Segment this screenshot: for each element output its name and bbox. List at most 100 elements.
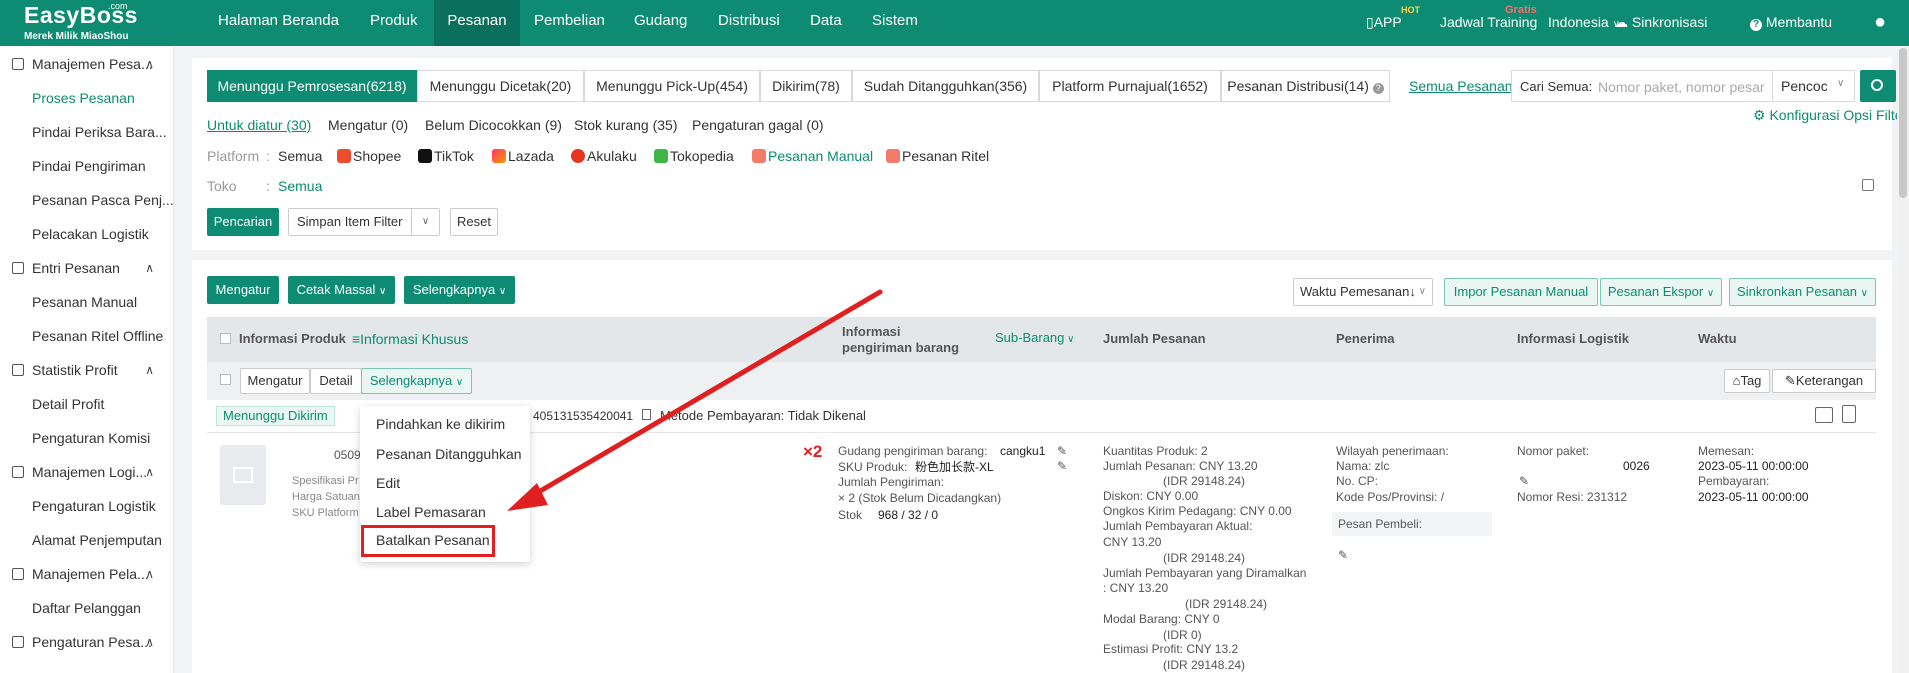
reset-button[interactable]: Reset xyxy=(450,208,498,236)
sidebar-group-logistics[interactable]: Manajemen Logi... ∧ xyxy=(0,455,174,489)
truck-icon xyxy=(12,466,24,478)
logo[interactable]: EasyBoss .com Merek Milik MiaoShou xyxy=(24,1,174,44)
subtab-to-arrange[interactable]: Untuk diatur (30) xyxy=(207,117,311,133)
user-avatar-icon[interactable]: ● xyxy=(1874,0,1886,46)
sidebar-item-after-sales[interactable]: Pesanan Pasca Penj... xyxy=(32,183,174,217)
copy-order-icon[interactable] xyxy=(642,409,651,420)
nav-warehouse[interactable]: Gudang xyxy=(634,0,687,46)
tab-awaiting-print[interactable]: Menunggu Dicetak(20) xyxy=(417,70,584,102)
filter-config-link[interactable]: ⚙ Konfigurasi Opsi Filter xyxy=(1753,107,1907,124)
tab-on-hold[interactable]: Sudah Ditangguhkan(356) xyxy=(852,70,1039,102)
sidebar-item-offline-retail[interactable]: Pesanan Ritel Offline xyxy=(32,319,163,353)
subtab-unmatched[interactable]: Belum Dicocokkan (9) xyxy=(425,117,562,133)
nav-home[interactable]: Halaman Beranda xyxy=(218,0,339,46)
bulk-print-button[interactable]: Cetak Massal ∨ xyxy=(288,276,395,304)
sidebar-item-scan-shipping[interactable]: Pindai Pengiriman xyxy=(32,149,146,183)
sidebar-item-profit-detail[interactable]: Detail Profit xyxy=(32,387,104,421)
import-manual-order-button[interactable]: Impor Pesanan Manual xyxy=(1444,278,1598,306)
sync-link[interactable]: ☁ Sinkronisasi xyxy=(1614,0,1707,46)
export-orders-button[interactable]: Pesanan Ekspor ∨ xyxy=(1600,278,1722,306)
sidebar-item-logistics-tracking[interactable]: Pelacakan Logistik xyxy=(32,217,149,251)
select-all-checkbox[interactable] xyxy=(220,333,231,344)
amount-line-8: (IDR 29148.24) xyxy=(1163,551,1246,565)
arrange-button[interactable]: Mengatur xyxy=(207,276,279,304)
menu-item-hold-order[interactable]: Pesanan Ditangguhkan xyxy=(376,446,522,462)
more-actions-button[interactable]: Selengkapnya ∨ xyxy=(404,276,515,304)
row-arrange-button[interactable]: Mengatur xyxy=(240,368,310,394)
scrollbar[interactable] xyxy=(1897,46,1909,673)
sidebar-item-scan-check[interactable]: Pindai Periksa Bara... xyxy=(32,115,167,149)
resi-number: Nomor Resi: 231312 xyxy=(1517,490,1628,504)
platform-shopee[interactable]: Shopee xyxy=(337,148,401,164)
tab-after-sales[interactable]: Platform Purnajual(1652) xyxy=(1039,70,1221,102)
platform-akulaku[interactable]: Akulaku xyxy=(571,148,637,164)
edit-buyer-message-icon[interactable]: ✎ xyxy=(1338,548,1348,562)
printer-icon[interactable] xyxy=(1815,407,1833,423)
nav-data[interactable]: Data xyxy=(810,0,842,46)
search-input[interactable]: Nomor paket, nomor pesar xyxy=(1598,79,1774,95)
nav-orders[interactable]: Pesanan xyxy=(434,0,520,46)
sidebar-group-order-management[interactable]: Manajemen Pesa... ∧ xyxy=(0,47,174,81)
subtab-low-stock[interactable]: Stok kurang (35) xyxy=(574,117,678,133)
row-detail-button[interactable]: Detail xyxy=(310,368,362,394)
menu-item-move-to-shipped[interactable]: Pindahkan ke dikirim xyxy=(376,416,505,432)
store-all[interactable]: Semua xyxy=(278,178,322,194)
row-more-dropdown[interactable]: Selengkapnya ∨ xyxy=(361,368,472,394)
sidebar-item-manual-order[interactable]: Pesanan Manual xyxy=(32,285,137,319)
save-filter-button[interactable]: Simpan Item Filter ∨ xyxy=(288,208,440,236)
platform-tiktok[interactable]: TikTok xyxy=(418,148,474,164)
search-submit-button[interactable]: Pencarian xyxy=(207,208,279,236)
country-selector[interactable]: Indonesia ∨ xyxy=(1548,0,1620,46)
special-info-toggle[interactable]: ≡Informasi Khusus xyxy=(352,331,468,347)
nav-distribution[interactable]: Distribusi xyxy=(718,0,780,46)
sidebar-group-order-entry[interactable]: Entri Pesanan ∧ xyxy=(0,251,174,285)
sort-order-time-select[interactable]: Waktu Pemesanan↓ ∨ xyxy=(1293,278,1433,306)
tab-distribution-orders[interactable]: Pesanan Distribusi(14) ? xyxy=(1221,70,1390,102)
amount-line-1: Kuantitas Produk: 2 xyxy=(1103,444,1208,458)
subtab-arranging[interactable]: Mengatur (0) xyxy=(328,117,408,133)
platform-retail[interactable]: Pesanan Ritel xyxy=(886,148,989,164)
tag-button[interactable]: ⌂Tag xyxy=(1724,369,1770,393)
platform-all[interactable]: Semua xyxy=(278,148,322,164)
note-button[interactable]: ✎Keterangan xyxy=(1772,369,1876,393)
all-orders-link[interactable]: Semua Pesanan xyxy=(1409,78,1513,94)
menu-item-marketing-label[interactable]: Label Pemasaran xyxy=(376,504,486,520)
tab-awaiting-processing[interactable]: Menunggu Pemrosesan(6218) xyxy=(207,70,417,102)
edit-warehouse-icon[interactable]: ✎ xyxy=(1057,444,1067,458)
clipboard-icon[interactable] xyxy=(1842,405,1856,423)
tab-shipped[interactable]: Dikirim(78) xyxy=(760,70,852,102)
subtab-failed[interactable]: Pengaturan gagal (0) xyxy=(692,117,824,133)
amount-line-14: Estimasi Profit: CNY 13.2 xyxy=(1103,642,1239,656)
platform-lazada[interactable]: Lazada xyxy=(492,148,554,164)
copy-icon[interactable] xyxy=(1862,179,1874,191)
row-checkbox[interactable] xyxy=(220,374,231,385)
menu-item-edit[interactable]: Edit xyxy=(376,475,400,491)
sidebar-item-commission[interactable]: Pengaturan Komisi xyxy=(32,421,150,455)
help-link[interactable]: ? Membantu xyxy=(1750,0,1832,46)
sidebar-group-profit-stats[interactable]: Statistik Profit ∧ xyxy=(0,353,174,387)
sidebar-item-process-orders[interactable]: Proses Pesanan xyxy=(32,81,135,115)
stock-label: Stok xyxy=(838,508,863,522)
tab-awaiting-pickup[interactable]: Menunggu Pick-Up(454) xyxy=(584,70,760,102)
store-colon: : xyxy=(266,178,270,194)
sidebar-group-order-settings[interactable]: Pengaturan Pesa... ∧ xyxy=(0,625,174,659)
sidebar-group-customers[interactable]: Manajemen Pela... ∧ xyxy=(0,557,174,591)
nav-system[interactable]: Sistem xyxy=(872,0,918,46)
receiver-name: Nama: zlc xyxy=(1336,459,1390,473)
edit-package-icon[interactable]: ✎ xyxy=(1519,474,1529,488)
nav-products[interactable]: Produk xyxy=(370,0,418,46)
sidebar-item-logistics-settings[interactable]: Pengaturan Logistik xyxy=(32,489,156,523)
scrollbar-thumb[interactable] xyxy=(1899,48,1907,198)
sub-item-toggle[interactable]: Sub-Barang ∨ xyxy=(995,330,1075,348)
lazada-icon xyxy=(492,149,506,163)
match-select[interactable]: Pencocol ∨ xyxy=(1772,71,1856,101)
platform-tokopedia[interactable]: Tokopedia xyxy=(654,148,734,164)
sidebar-item-pickup-address[interactable]: Alamat Penjemputan xyxy=(32,523,162,557)
nav-purchasing[interactable]: Pembelian xyxy=(534,0,605,46)
search-button[interactable] xyxy=(1860,70,1896,102)
app-link[interactable]: ▯APP xyxy=(1366,0,1402,46)
sync-orders-button[interactable]: Sinkronkan Pesanan ∨ xyxy=(1729,278,1876,306)
sidebar-item-customer-list[interactable]: Daftar Pelanggan xyxy=(32,591,141,625)
platform-manual[interactable]: Pesanan Manual xyxy=(752,148,873,164)
edit-sku-icon[interactable]: ✎ xyxy=(1057,459,1067,473)
